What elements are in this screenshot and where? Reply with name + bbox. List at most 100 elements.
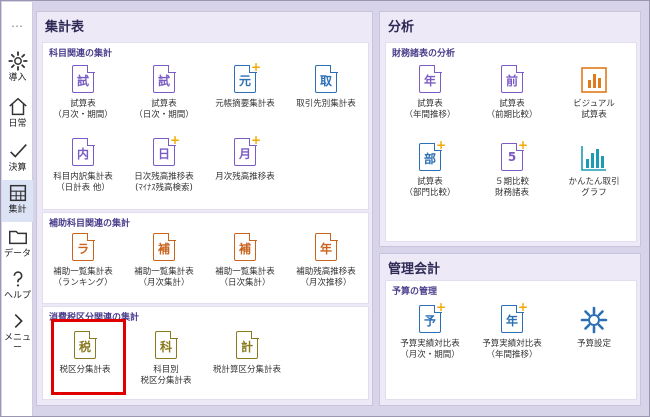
tile-label: 試算表 （年間推移） [404,99,456,120]
tile-department-compare[interactable]: 部 + 試算表 （部門比較） [390,139,470,199]
sidebar-item-label: ヘルプ [3,291,31,301]
document-icon: 年 [311,232,341,265]
document-icon: 前 [497,64,527,97]
management-accounting-panel: 管理会計 予算の管理 予 + 予算実績対比表 （月次・期間） 年 + 予算実績対比表… [379,253,641,406]
tile-budget-settings[interactable]: 予算設定 [554,305,634,350]
plus-icon: + [517,300,528,314]
financial-analysis-section: 財務諸表の分析 年 試算表 （年間推移） 前 試算表 （前期比較） ビジュアル … [385,42,637,242]
home-icon [8,97,27,116]
document-icon: 試 [68,64,98,97]
tile-label: 日次残高推移表 (ﾏｲﾅｽ残高検索) [134,172,194,193]
tile-label: 試算表 （月次・期間） [53,99,113,120]
tile-tax-by-account[interactable]: 科 科目別 税区分集計表 [126,330,206,387]
tile-label: 科目内訳集計表 （日計表 他） [53,172,113,193]
check-icon [9,144,27,158]
budget-section: 予算の管理 予 + 予算実績対比表 （月次・期間） 年 + 予算実績対比表 （年間推… [385,280,637,400]
tile-sub-ranking[interactable]: ラ 補助一覧集計表 （ランキング） [43,232,123,289]
tile-label: 元帳摘要集計表 [215,99,275,109]
tile-sub-daily[interactable]: 補 補助一覧集計表 （日次集計） [205,232,285,289]
tile-label: 取引先別集計表 [296,99,356,109]
tile-label: 試算表 （前期比較） [486,99,538,120]
tile-label: 科目別 税区分集計表 [140,365,192,386]
tile-label: かんたん取引 グラフ [568,177,620,198]
tile-budget-annual[interactable]: 年 + 予算実績対比表 （年間推移） [472,301,552,361]
plus-icon: + [517,138,528,152]
calculator-icon [9,184,26,202]
tile-ledger-summary[interactable]: 元 + 元帳摘要集計表 [205,61,285,110]
tile-annual-trend[interactable]: 年 試算表 （年間推移） [390,64,470,121]
folder-icon [8,230,27,245]
tile-sub-balance[interactable]: 年 補助残高推移表 （月次推移） [286,232,366,289]
tile-easy-graph[interactable]: かんたん取引 グラフ [554,143,634,199]
sub-account-section: 補助科目関連の集計 ラ 補助一覧集計表 （ランキング） 補 補助一覧集計表 （月… [42,212,369,304]
document-icon: 日 + [149,134,180,170]
sidebar-item-label: データ [3,249,31,259]
app-window: … 導入 日常 決算 集計 データ ヘルプ メニュー 集計表 科目関連の集計 試… [0,0,650,417]
tile-tax-calc[interactable]: 計 税計算区分集計表 [207,330,287,376]
bar-chart-icon [579,65,609,97]
tile-label: 月次残高推移表 [215,172,275,182]
sidebar: … 導入 日常 決算 集計 データ ヘルプ メニュー [2,2,33,416]
document-icon: 元 + [230,61,261,97]
tile-five-period[interactable]: 5 + ５期比較 財務諸表 [472,139,552,199]
panel-title: 集計表 [45,20,85,35]
tile-budget-monthly[interactable]: 予 + 予算実績対比表 （月次・期間） [390,301,470,361]
plus-icon: + [435,138,446,152]
chevron-right-icon [14,313,23,329]
tile-label: 予算実績対比表 （月次・期間） [400,339,460,360]
tile-label: 補助残高推移表 （月次推移） [296,267,356,288]
sidebar-item-label: 日常 [8,119,27,129]
tile-label: 税計算区分集計表 [212,365,281,375]
more-menu-icon[interactable]: … [2,16,33,30]
sidebar-item-help[interactable]: ヘルプ [2,268,33,312]
tile-label: ５期比較 財務諸表 [494,177,529,198]
tile-label: 試算表 （部門比較） [404,177,456,198]
plus-icon: + [169,133,180,147]
highlight-box [51,319,126,395]
gear-icon [7,51,28,71]
account-totals-section: 科目関連の集計 試 試算表 （月次・期間） 試 試算表 （日次・期間） 元 + 元… [42,42,369,210]
tile-sub-monthly[interactable]: 補 補助一覧集計表 （月次集計） [124,232,204,289]
document-icon: 5 + [497,139,528,175]
tile-label: ビジュアル 試算表 [573,99,615,120]
tile-label: 補助一覧集計表 （日次集計） [215,267,275,288]
document-icon: 予 + [415,301,446,337]
panel-title: 分析 [388,20,415,35]
sidebar-item-totals[interactable]: 集計 [2,180,33,222]
tile-prior-compare[interactable]: 前 試算表 （前期比較） [472,64,552,121]
tile-account-breakdown[interactable]: 内 科目内訳集計表 （日計表 他） [43,137,123,194]
tile-label: 試算表 （日次・期間） [134,99,194,120]
tile-monthly-balance[interactable]: 月 + 月次残高推移表 [205,134,285,183]
sidebar-item-label: 導入 [8,73,27,83]
plus-icon: + [250,133,261,147]
tile-trial-balance-monthly[interactable]: 試 試算表 （月次・期間） [43,64,123,121]
sidebar-item-label: 集計 [8,205,27,215]
document-icon: 科 [151,330,181,363]
section-title: 補助科目関連の集計 [49,219,131,229]
sidebar-item-closing[interactable]: 決算 [2,140,33,184]
sidebar-item-menu[interactable]: メニュー [2,310,33,354]
document-icon: 試 [149,64,179,97]
document-icon: 年 [415,64,445,97]
sidebar-item-setup[interactable]: 導入 [2,50,33,94]
section-title: 科目関連の集計 [49,49,113,59]
analysis-panel: 分析 財務諸表の分析 年 試算表 （年間推移） 前 試算表 （前期比較） ビジュ… [379,11,641,247]
tile-label: 補助一覧集計表 （ランキング） [53,267,113,288]
tile-label: 予算設定 [576,339,611,349]
tile-visual-trial-balance[interactable]: ビジュアル 試算表 [554,65,634,121]
panel-title: 管理会計 [388,262,441,277]
sidebar-item-label: メニュー [3,333,31,353]
document-icon: 内 [68,137,98,170]
tile-label: 予算実績対比表 （年間推移） [482,339,542,360]
sidebar-item-daily[interactable]: 日常 [2,96,33,140]
document-icon: 部 + [415,139,446,175]
sidebar-item-label: 決算 [8,163,27,173]
tile-label: 補助一覧集計表 （月次集計） [134,267,194,288]
section-title: 財務諸表の分析 [392,49,456,59]
tile-daily-balance[interactable]: 日 + 日次残高推移表 (ﾏｲﾅｽ残高検索) [124,134,204,194]
tile-partner-summary[interactable]: 取 取引先別集計表 [286,64,366,110]
help-icon [13,271,22,287]
sidebar-item-data[interactable]: データ [2,226,33,270]
gear-icon [579,305,609,337]
tile-trial-balance-daily[interactable]: 試 試算表 （日次・期間） [124,64,204,121]
